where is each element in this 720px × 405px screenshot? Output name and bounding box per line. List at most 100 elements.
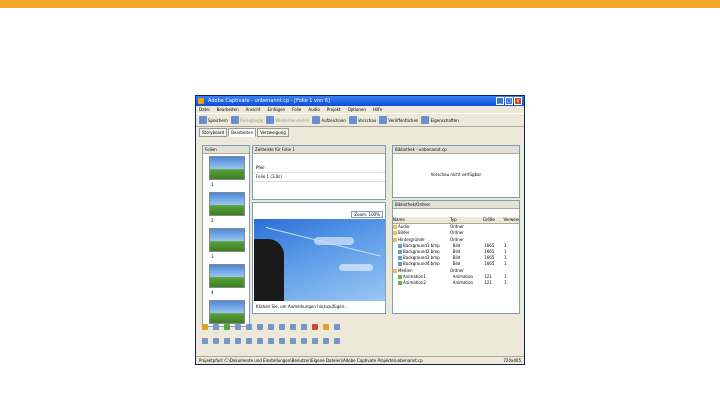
status-bar: Projektpfad: C:\Dokumente und Einstellun… [196, 356, 524, 364]
menu-bearbeiten[interactable]: Bearbeiten [217, 106, 239, 113]
library-tree-label: Bibliothek/Ordner [393, 201, 519, 209]
redo-button[interactable]: Wiederherstellen [266, 116, 309, 124]
folder-icon [393, 225, 397, 230]
cloud-shape [339, 264, 373, 271]
file-icon [398, 256, 402, 261]
menu-folie[interactable]: Folie [292, 106, 301, 113]
format-toolbar [196, 336, 524, 346]
accent-bar [0, 0, 720, 8]
timeline-header: Zeitleiste für Folie 1 [253, 146, 385, 154]
maximize-button[interactable]: □ [505, 97, 513, 105]
menu-projekt[interactable]: Projekt [327, 106, 341, 113]
menu-datei[interactable]: Datei [199, 106, 210, 113]
align-top-icon[interactable] [235, 338, 241, 344]
library-preview-panel: Bibliothek - unbenannt.cp Vorschau nicht… [392, 145, 520, 198]
record-button[interactable]: Aufzeichnen [312, 116, 346, 124]
align-middle-icon[interactable] [246, 338, 252, 344]
properties-button[interactable]: Eigenschaften [421, 116, 459, 124]
preview-text: Vorschau nicht verfügbar [430, 172, 482, 177]
slide-thumbnail[interactable]: 3 [209, 228, 245, 259]
preview-button[interactable]: Vorschau [348, 116, 376, 124]
film-strip-panel: Folien 1 2 3 4 5 6 [202, 145, 250, 327]
menu-einfuegen[interactable]: Einfügen [267, 106, 285, 113]
timeline-row[interactable]: Pfeil [253, 164, 385, 173]
align-right-icon[interactable] [224, 338, 230, 344]
tab-branching[interactable]: Verzweigung [257, 128, 289, 137]
folder-icon [393, 237, 397, 242]
text-animation-tool-icon[interactable] [301, 324, 307, 330]
timeline-row[interactable]: Folie 1 (3.0s) [253, 173, 385, 182]
align-bottom-icon[interactable] [257, 338, 263, 344]
tab-edit[interactable]: Bearbeiten [228, 128, 257, 137]
same-width-icon[interactable] [279, 338, 285, 344]
animation-tool-icon[interactable] [290, 324, 296, 330]
distribute-icon[interactable] [268, 338, 274, 344]
undo-icon [230, 116, 239, 124]
preview-icon [348, 116, 357, 124]
tab-storyboard[interactable]: Storyboard [199, 128, 228, 137]
bring-front-icon[interactable] [312, 338, 318, 344]
menu-optionen[interactable]: Optionen [348, 106, 366, 113]
same-size-icon[interactable] [301, 338, 307, 344]
close-button[interactable]: x [514, 97, 522, 105]
menu-hilfe[interactable]: Hilfe [373, 106, 382, 113]
menu-ansicht[interactable]: Ansicht [246, 106, 261, 113]
minimize-button[interactable]: _ [496, 97, 504, 105]
slide-thumbnail[interactable]: 4 [209, 264, 245, 295]
film-strip-header: Folien [203, 146, 249, 154]
button-tool-icon[interactable] [235, 324, 241, 330]
zoom-select[interactable]: Zoom: 100% [351, 211, 383, 218]
window-title: Adobe Captivate - unbenannt.cp - [Folie … [208, 98, 330, 104]
app-icon [198, 98, 204, 104]
status-text: Projektpfad: C:\Dokumente und Einstellun… [199, 358, 423, 363]
library-list-panel: Bibliothek/Ordner Name Typ Größe Verwend… [392, 200, 520, 314]
table-header: Name Typ Größe Verwendung [393, 217, 519, 225]
click-box-tool-icon[interactable] [224, 324, 230, 330]
menu-bar: Datei Bearbeiten Ansicht Einfügen Folie … [196, 106, 524, 113]
file-icon [398, 274, 402, 279]
slide-thumbnail[interactable]: 5 [209, 300, 245, 324]
folder-icon [393, 268, 397, 273]
redo-icon [266, 116, 275, 124]
save-icon [199, 116, 207, 124]
highlight-tool-icon[interactable] [213, 324, 219, 330]
group-icon[interactable] [334, 338, 340, 344]
file-icon [398, 262, 402, 267]
undo-button[interactable]: Rückgängig [230, 116, 263, 124]
slide-thumbnail[interactable]: 1 [209, 156, 245, 187]
record-icon [312, 116, 321, 124]
object-toolbar [196, 322, 524, 332]
tree-silhouette [254, 239, 284, 301]
publish-button[interactable]: Veröffentlichen [379, 116, 418, 124]
file-icon [398, 249, 402, 254]
main-toolbar: Speichern Rückgängig Wiederherstellen Au… [196, 113, 524, 127]
record-tool-icon[interactable] [312, 324, 318, 330]
stage-caption: Klicken Sie, um Anmerkungen hinzuzufügen… [256, 304, 348, 309]
slide-tool-icon[interactable] [323, 324, 329, 330]
properties-icon [421, 116, 430, 124]
caption-tool-icon[interactable] [202, 324, 208, 330]
file-icon [398, 243, 402, 248]
slide-canvas[interactable] [254, 219, 385, 301]
rollover-tool-icon[interactable] [268, 324, 274, 330]
folder-icon [393, 231, 397, 236]
send-back-icon[interactable] [323, 338, 329, 344]
captivate-window: Adobe Captivate - unbenannt.cp - [Folie … [195, 95, 525, 365]
align-center-icon[interactable] [213, 338, 219, 344]
same-height-icon[interactable] [290, 338, 296, 344]
file-icon [398, 280, 402, 285]
library-header: Bibliothek - unbenannt.cp [393, 146, 519, 154]
image-tool-icon[interactable] [257, 324, 263, 330]
library-row[interactable]: Animation2 Animation 121 1 [393, 280, 519, 286]
text-entry-tool-icon[interactable] [246, 324, 252, 330]
menu-audio[interactable]: Audio [308, 106, 319, 113]
view-tabs: Storyboard Bearbeiten Verzweigung [199, 128, 289, 137]
flash-tool-icon[interactable] [334, 324, 340, 330]
save-button[interactable]: Speichern [199, 116, 228, 124]
library-table: Name Typ Größe Verwendung AudioOrdnerBil… [393, 217, 519, 286]
status-size: 720x405 [500, 357, 521, 364]
slide-thumbnail[interactable]: 2 [209, 192, 245, 223]
title-bar: Adobe Captivate - unbenannt.cp - [Folie … [196, 96, 524, 106]
zoom-tool-icon[interactable] [279, 324, 285, 330]
align-left-icon[interactable] [202, 338, 208, 344]
